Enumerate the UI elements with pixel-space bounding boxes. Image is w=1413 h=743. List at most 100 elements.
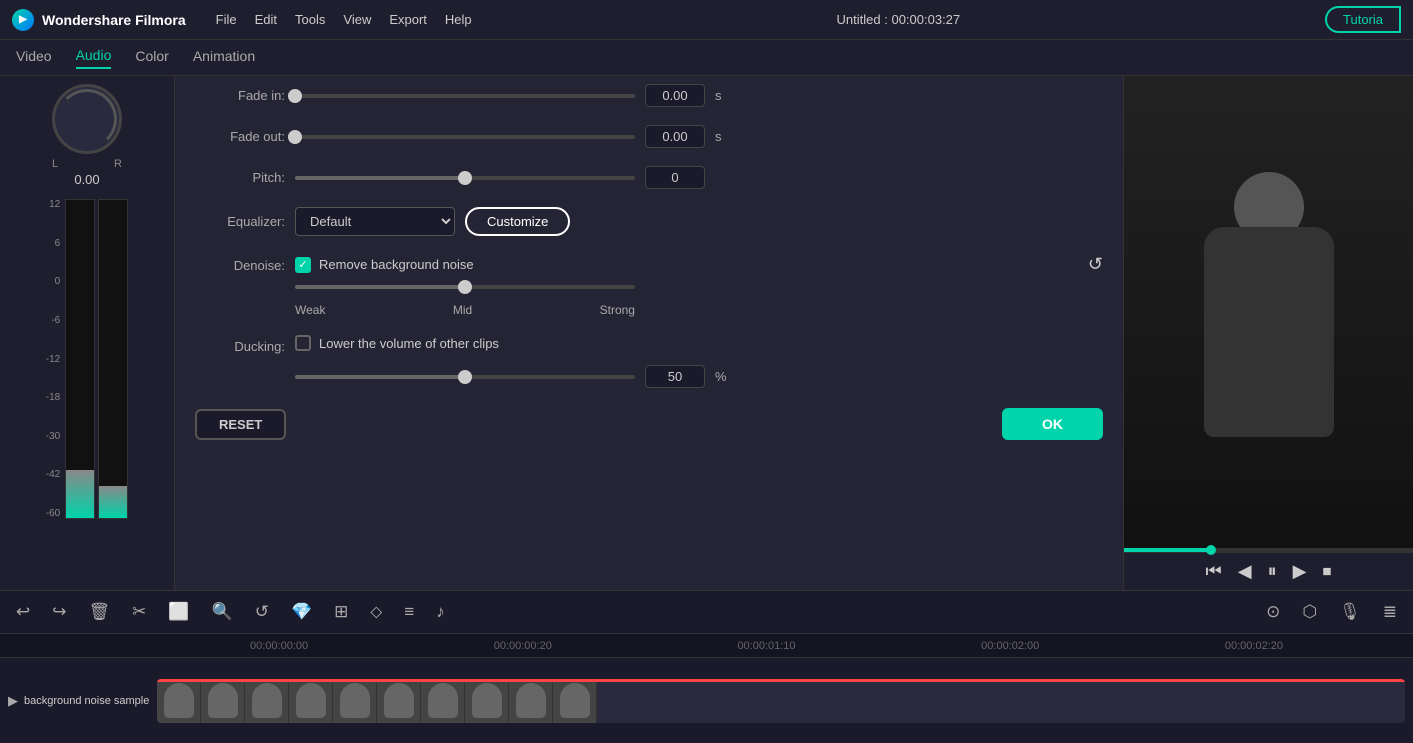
play-button[interactable]: ▶ — [1293, 561, 1307, 582]
ducking-value[interactable] — [645, 365, 705, 388]
noise-strong-label: Strong — [600, 303, 635, 317]
settings-button[interactable]: ≡ — [400, 598, 418, 626]
menu-file[interactable]: File — [216, 12, 237, 27]
fade-out-slider-track[interactable] — [295, 135, 635, 139]
timeline-ruler: 00:00:00:00 00:00:00:20 00:00:01:10 00:0… — [0, 634, 1413, 658]
toolbar-icon-3[interactable]: 🎙 — [1335, 598, 1365, 626]
track-label: background noise sample — [24, 695, 149, 707]
toolbar-icon-4[interactable]: ≣ — [1379, 598, 1401, 626]
knob-arc — [57, 89, 117, 149]
toolbar-icon-1[interactable]: ⊙ — [1262, 598, 1284, 626]
pitch-label: Pitch: — [195, 170, 285, 185]
thumb-face-4 — [296, 683, 326, 718]
stop-button[interactable]: ⏹ — [1322, 561, 1331, 582]
ducking-checkbox[interactable] — [295, 335, 311, 351]
menu-tools[interactable]: Tools — [295, 12, 325, 27]
thumb-5 — [333, 679, 377, 723]
pause-button[interactable]: ⏸ — [1268, 561, 1277, 582]
vu-bar-left — [65, 199, 95, 519]
denoise-reset-icon[interactable]: ↺ — [1088, 254, 1103, 275]
ducking-slider-track[interactable] — [295, 375, 635, 379]
fade-in-content: s — [295, 84, 1103, 107]
toolbar-icon-2[interactable]: ⬡ — [1298, 598, 1321, 626]
pan-knob[interactable] — [52, 84, 122, 154]
denoise-row: Denoise: ✓ Remove background noise ↺ — [195, 254, 1103, 317]
thumbnail-strip — [157, 679, 597, 723]
person-area — [1179, 172, 1359, 452]
fade-in-slider-track[interactable] — [295, 94, 635, 98]
video-progress-thumb[interactable] — [1206, 545, 1216, 555]
ruler-marks: 00:00:00:00 00:00:00:20 00:00:01:10 00:0… — [250, 640, 1283, 652]
keyframe-button[interactable]: ⬦ — [366, 598, 386, 626]
track-playhead-line — [157, 679, 1405, 682]
lr-labels: L R — [52, 158, 122, 170]
redo-button[interactable]: ↪ — [48, 598, 70, 626]
noise-labels: Weak Mid Strong — [295, 303, 635, 317]
timeline-tracks: ▶ background noise sample — [0, 658, 1413, 743]
pitch-slider-thumb[interactable] — [458, 171, 472, 185]
crop-button[interactable]: ⬜ — [164, 598, 193, 626]
delete-button[interactable]: 🗑 — [85, 598, 115, 626]
fade-out-value[interactable] — [645, 125, 705, 148]
remove-noise-checkbox[interactable]: ✓ — [295, 257, 311, 273]
knob-value: 0.00 — [74, 172, 99, 187]
track-content[interactable] — [157, 679, 1405, 723]
play-back-button[interactable]: ◀ — [1238, 561, 1252, 582]
denoise-label: Denoise: — [195, 258, 285, 273]
thumb-face-7 — [428, 683, 458, 718]
thumb-4 — [289, 679, 333, 723]
tab-animation[interactable]: Animation — [193, 48, 255, 68]
tab-color[interactable]: Color — [135, 48, 168, 68]
audio-button[interactable]: ♪ — [432, 598, 449, 626]
track-play-button[interactable]: ▶ — [8, 693, 18, 709]
equalizer-label: Equalizer: — [195, 214, 285, 229]
tab-video[interactable]: Video — [16, 48, 52, 68]
tutorial-button[interactable]: Tutoria — [1325, 6, 1401, 33]
ducking-slider-thumb[interactable] — [458, 370, 472, 384]
fade-in-slider-thumb[interactable] — [288, 89, 302, 103]
vu-bar-fill-left — [66, 470, 94, 518]
menu-export[interactable]: Export — [389, 12, 427, 27]
pitch-value[interactable] — [645, 166, 705, 189]
ducking-section: Lower the volume of other clips % — [295, 335, 1103, 388]
fade-in-label: Fade in: — [195, 88, 285, 103]
app-name: Wondershare Filmora — [42, 12, 186, 28]
pitch-slider-fill — [295, 176, 465, 180]
ducking-checkbox-row: Lower the volume of other clips — [295, 335, 1103, 351]
noise-weak-label: Weak — [295, 303, 325, 317]
equalizer-select[interactable]: Default — [295, 207, 455, 236]
zoom-button[interactable]: 🔍 — [208, 598, 237, 626]
rewind-button[interactable]: ⏮ — [1206, 561, 1222, 582]
pitch-slider-track[interactable] — [295, 176, 635, 180]
undo-button[interactable]: ↩ — [12, 598, 34, 626]
thumb-2 — [201, 679, 245, 723]
menu-help[interactable]: Help — [445, 12, 472, 27]
fade-in-value[interactable] — [645, 84, 705, 107]
timeline-area: ▶ background noise sample — [0, 658, 1413, 743]
thumb-face-3 — [252, 683, 282, 718]
denoise-slider-track[interactable] — [295, 285, 635, 289]
rotate-button[interactable]: ↺ — [251, 598, 273, 626]
menu-bar: ▶ Wondershare Filmora File Edit Tools Vi… — [0, 0, 1413, 40]
vu-scale: 12 6 0 -6 -12 -18 -30 -42 -60 — [46, 199, 62, 519]
denoise-slider-thumb[interactable] — [458, 280, 472, 294]
menu-edit[interactable]: Edit — [255, 12, 277, 27]
split-button[interactable]: ⊞ — [330, 598, 352, 626]
effect-button[interactable]: 💎 — [287, 598, 316, 626]
video-progress-bar[interactable] — [1124, 548, 1413, 552]
tab-audio[interactable]: Audio — [76, 47, 112, 69]
menu-view[interactable]: View — [343, 12, 371, 27]
reset-button[interactable]: RESET — [195, 409, 286, 440]
noise-slider-row — [295, 285, 1103, 289]
ducking-label: Ducking: — [195, 339, 285, 354]
fade-in-unit: s — [715, 88, 722, 103]
thumb-face-10 — [560, 683, 590, 718]
track-controls: ▶ background noise sample — [8, 693, 149, 709]
fade-out-slider-thumb[interactable] — [288, 130, 302, 144]
cut-button[interactable]: ✂ — [128, 598, 150, 626]
ok-button[interactable]: OK — [1002, 408, 1103, 440]
thumb-7 — [421, 679, 465, 723]
fade-out-label: Fade out: — [195, 129, 285, 144]
customize-button[interactable]: Customize — [465, 207, 570, 236]
ducking-slider-row: % — [295, 365, 1103, 388]
